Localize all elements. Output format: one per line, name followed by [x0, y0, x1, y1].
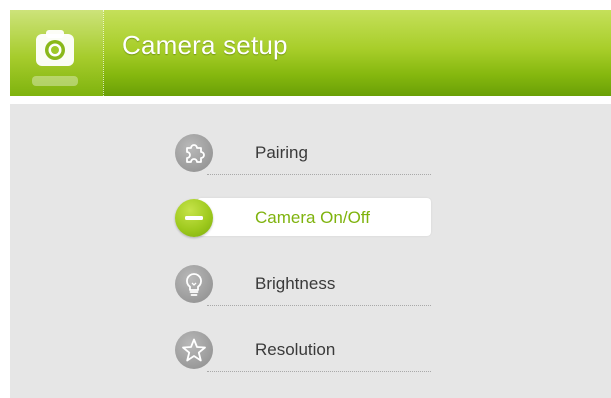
lightbulb-icon	[175, 265, 213, 303]
camera-icon	[34, 28, 76, 68]
menu-item-label: Brightness	[255, 274, 336, 293]
menu-item-label: Camera On/Off	[255, 208, 370, 227]
row-divider	[207, 305, 431, 306]
menu-item-label: Resolution	[255, 340, 336, 359]
row-divider	[207, 174, 431, 175]
menu-item-label: Pairing	[255, 143, 308, 162]
star-icon	[175, 331, 213, 369]
menu-item-camera-onoff[interactable]: Camera On/Off	[175, 195, 431, 241]
icon-reflection	[32, 76, 78, 86]
puzzle-icon	[175, 134, 213, 172]
row-divider	[207, 371, 431, 372]
menu-panel: Pairing Camera On/Off Brightness Resolut…	[10, 104, 611, 398]
camera-setup-screen: Camera setup Pairing Camera On/Off Brigh…	[0, 0, 611, 398]
menu-item-resolution[interactable]: Resolution	[175, 327, 431, 373]
menu-item-brightness[interactable]: Brightness	[175, 261, 431, 307]
minus-icon	[175, 199, 213, 237]
menu-item-pairing[interactable]: Pairing	[175, 130, 431, 176]
header-icon-cell	[10, 10, 103, 96]
header-divider	[103, 10, 104, 96]
header-bar: Camera setup	[10, 10, 611, 96]
page-title: Camera setup	[122, 30, 288, 60]
